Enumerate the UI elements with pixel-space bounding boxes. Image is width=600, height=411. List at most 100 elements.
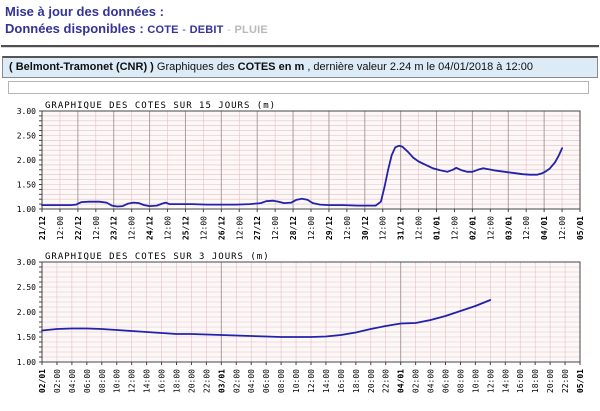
- svg-text:16:00: 16:00: [158, 369, 167, 393]
- svg-text:08:00: 08:00: [456, 369, 465, 393]
- cotes-3-jours-plot: 3.00 2.50 2.00 1.50 1.0002/01 02:00 04:00 06:00…: [0, 250, 600, 400]
- svg-text:12:00: 12:00: [486, 216, 495, 240]
- svg-text:18:00: 18:00: [531, 369, 540, 393]
- svg-text:12:00: 12:00: [128, 216, 137, 240]
- svg-text:12:00: 12:00: [199, 216, 208, 240]
- svg-text:03/01: 03/01: [504, 216, 513, 240]
- svg-text:25/12: 25/12: [181, 216, 190, 240]
- svg-text:10:00: 10:00: [113, 369, 122, 393]
- svg-text:01/01: 01/01: [433, 216, 442, 240]
- svg-text:22:00: 22:00: [202, 369, 211, 393]
- svg-text:08:00: 08:00: [277, 369, 286, 393]
- svg-text:06:00: 06:00: [262, 369, 271, 393]
- cotes-15-jours-plot: 3.00 2.50 2.00 1.50 1.0021/12 12:00 22/12 12:00…: [0, 99, 600, 245]
- svg-text:12:00: 12:00: [343, 216, 352, 240]
- svg-text:04:00: 04:00: [247, 369, 256, 393]
- svg-text:14:00: 14:00: [501, 369, 510, 393]
- svg-text:02:00: 02:00: [232, 369, 241, 393]
- svg-text:10:00: 10:00: [471, 369, 480, 393]
- svg-text:12:00: 12:00: [486, 369, 495, 393]
- svg-text:05/01: 05/01: [576, 369, 585, 393]
- datasets-label: Données disponibles :: [5, 21, 144, 36]
- svg-text:22:00: 22:00: [561, 369, 570, 393]
- svg-text:30/12: 30/12: [361, 216, 370, 240]
- svg-text:02/01: 02/01: [38, 369, 47, 393]
- svg-text:02:00: 02:00: [53, 369, 62, 393]
- svg-text:12:00: 12:00: [56, 216, 65, 240]
- svg-text:05/01: 05/01: [576, 216, 585, 240]
- svg-text:22/12: 22/12: [74, 216, 83, 240]
- svg-text:02/01: 02/01: [468, 216, 477, 240]
- svg-text:27/12: 27/12: [253, 216, 262, 240]
- svg-text:08:00: 08:00: [98, 369, 107, 393]
- station-title-bar: ( Belmont-Tramonet (CNR) ) Graphiques de…: [2, 56, 598, 78]
- svg-text:04/01: 04/01: [540, 216, 549, 240]
- svg-text:1.00: 1.00: [17, 358, 36, 367]
- svg-text:12:00: 12:00: [522, 216, 531, 240]
- station-desc-prefix: Graphiques des: [157, 61, 235, 73]
- svg-text:24/12: 24/12: [146, 216, 155, 240]
- svg-text:12:00: 12:00: [271, 216, 280, 240]
- svg-text:2.50: 2.50: [17, 132, 36, 141]
- svg-text:04/01: 04/01: [397, 369, 406, 393]
- svg-text:1.50: 1.50: [17, 181, 36, 190]
- svg-text:20:00: 20:00: [367, 369, 376, 393]
- dataset-separator: -: [182, 24, 186, 36]
- svg-text:14:00: 14:00: [322, 369, 331, 393]
- svg-text:18:00: 18:00: [173, 369, 182, 393]
- svg-text:31/12: 31/12: [397, 216, 406, 240]
- dataset-link-cote[interactable]: COTE: [147, 24, 178, 36]
- svg-text:1.50: 1.50: [17, 333, 36, 342]
- svg-text:GRAPHIQUE DES COTES SUR 15 JOU: GRAPHIQUE DES COTES SUR 15 JOURS (m): [45, 101, 276, 111]
- svg-text:29/12: 29/12: [325, 216, 334, 240]
- svg-text:12:00: 12:00: [92, 216, 101, 240]
- svg-text:04:00: 04:00: [427, 369, 436, 393]
- svg-text:04:00: 04:00: [68, 369, 77, 393]
- svg-text:28/12: 28/12: [289, 216, 298, 240]
- svg-text:02:00: 02:00: [412, 369, 421, 393]
- svg-text:12:00: 12:00: [235, 216, 244, 240]
- station-name: ( Belmont-Tramonet (CNR) ): [9, 61, 154, 73]
- dataset-link-pluie-disabled: PLUIE: [235, 24, 268, 36]
- svg-text:20:00: 20:00: [187, 369, 196, 393]
- empty-info-box: [8, 81, 589, 94]
- svg-text:12:00: 12:00: [307, 216, 316, 240]
- svg-text:12:00: 12:00: [558, 216, 567, 240]
- svg-text:12:00: 12:00: [415, 216, 424, 240]
- station-last-value: , dernière valeur 2.24 m le 04/01/2018 à…: [307, 61, 533, 73]
- svg-text:1.00: 1.00: [17, 205, 36, 214]
- svg-text:12:00: 12:00: [450, 216, 459, 240]
- svg-text:20:00: 20:00: [546, 369, 555, 393]
- svg-text:12:00: 12:00: [307, 369, 316, 393]
- svg-text:10:00: 10:00: [292, 369, 301, 393]
- svg-text:GRAPHIQUE DES COTES SUR 3 JOUR: GRAPHIQUE DES COTES SUR 3 JOURS (m): [45, 252, 270, 262]
- update-line: Mise à jour des données :: [5, 3, 600, 20]
- chart-cotes-3-jours: 3.00 2.50 2.00 1.50 1.0002/01 02:00 04:00 06:00…: [0, 250, 600, 400]
- svg-text:3.00: 3.00: [17, 107, 36, 116]
- svg-text:26/12: 26/12: [217, 216, 226, 240]
- svg-text:12:00: 12:00: [164, 216, 173, 240]
- svg-text:2.50: 2.50: [17, 283, 36, 292]
- svg-text:03/01: 03/01: [217, 369, 226, 393]
- horizontal-divider: [1, 45, 599, 48]
- svg-text:06:00: 06:00: [83, 369, 92, 393]
- svg-text:2.00: 2.00: [17, 308, 36, 317]
- svg-text:14:00: 14:00: [143, 369, 152, 393]
- svg-text:06:00: 06:00: [442, 369, 451, 393]
- chart-cotes-15-jours: 3.00 2.50 2.00 1.50 1.0021/12 12:00 22/12 12:00…: [0, 99, 600, 245]
- svg-text:16:00: 16:00: [516, 369, 525, 393]
- datasets-line: Données disponibles : COTE - DEBIT - PLU…: [5, 20, 600, 39]
- svg-text:18:00: 18:00: [352, 369, 361, 393]
- page-header: Mise à jour des données : Données dispon…: [0, 0, 600, 39]
- svg-text:3.00: 3.00: [17, 258, 36, 267]
- svg-text:22:00: 22:00: [382, 369, 391, 393]
- svg-text:12:00: 12:00: [128, 369, 137, 393]
- svg-text:23/12: 23/12: [110, 216, 119, 240]
- dataset-link-debit[interactable]: DEBIT: [190, 24, 224, 36]
- svg-text:16:00: 16:00: [337, 369, 346, 393]
- svg-text:12:00: 12:00: [379, 216, 388, 240]
- svg-text:21/12: 21/12: [38, 216, 47, 240]
- svg-text:2.00: 2.00: [17, 156, 36, 165]
- dataset-separator: -: [227, 24, 231, 36]
- station-desc-measure: COTES en m: [238, 61, 305, 73]
